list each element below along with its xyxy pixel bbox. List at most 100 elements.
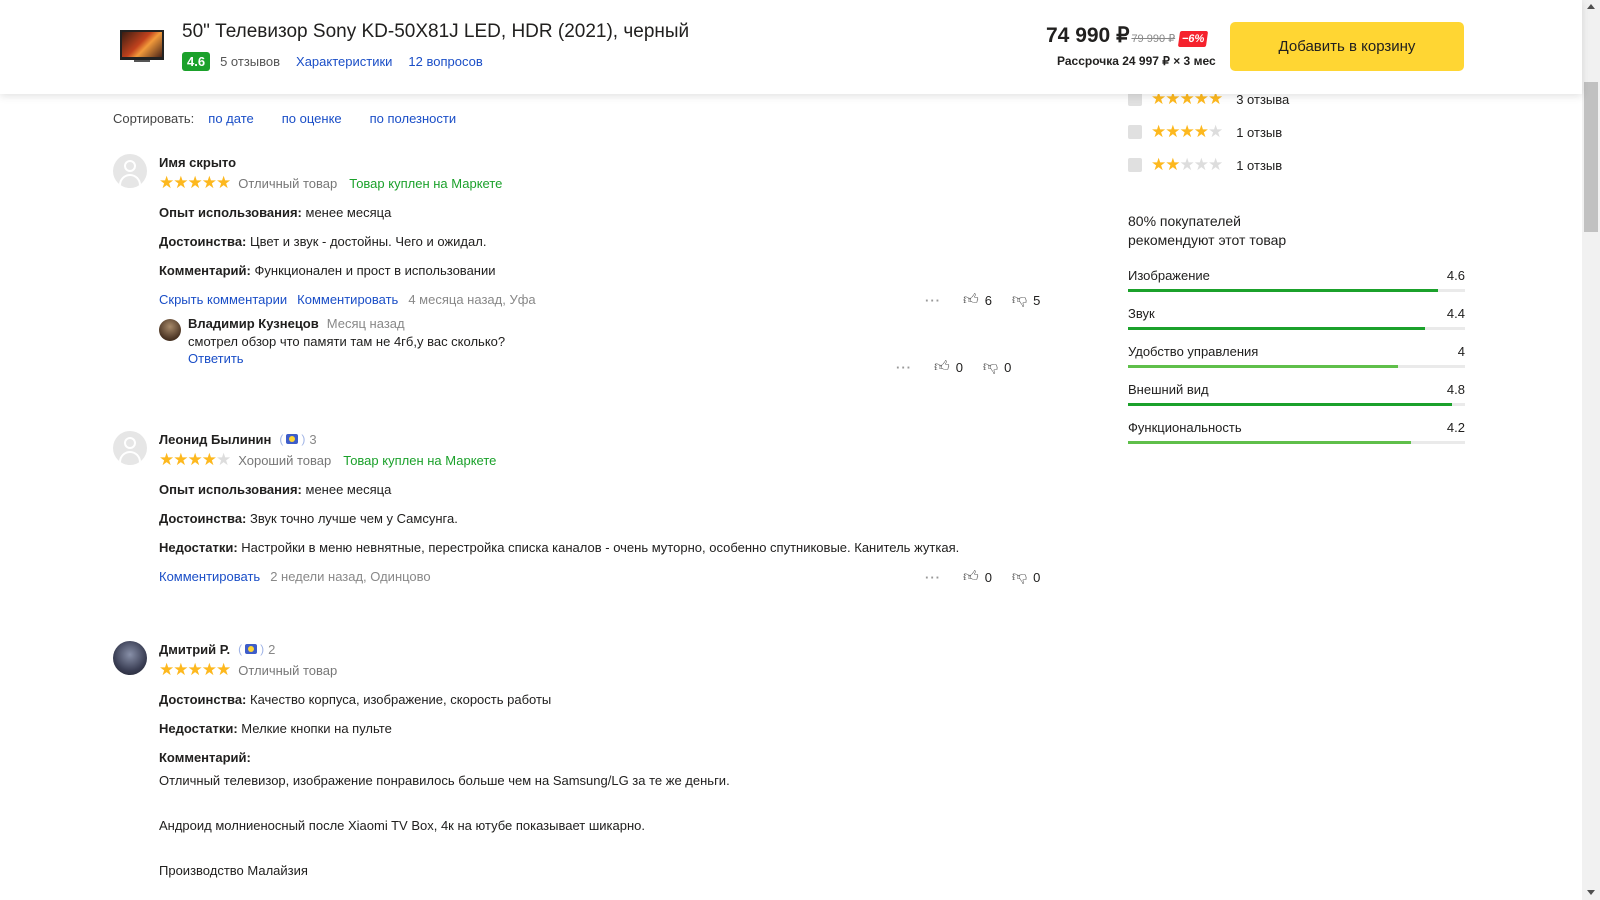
review-meta: 4 месяца назад, Уфа xyxy=(408,292,536,307)
aspect-name: Звук xyxy=(1128,306,1155,321)
aspect-bar-fill xyxy=(1128,327,1425,330)
thumbs-up-icon[interactable]: 👍︎ xyxy=(934,358,950,376)
dislikes-count: 5 xyxy=(1033,292,1041,308)
review-author: Дмитрий Р. xyxy=(159,641,231,657)
review-field-experience: Опыт использования: менее месяца xyxy=(159,205,392,220)
sort-label: Сортировать: xyxy=(113,111,195,126)
rating-stars: ★★★★★ xyxy=(1151,155,1223,174)
discount-badge: −6% xyxy=(1178,31,1209,47)
rating-filter-2[interactable]: ★★★★★ 1 отзыв xyxy=(1128,155,1282,175)
review-votes: ··· 👍︎ 0 👎︎ 0 xyxy=(925,568,1040,586)
review-item: Имя скрыто ★★★★★ Отличный товар Товар ку… xyxy=(113,154,1063,394)
review-field-cons: Недостатки: Настройки в меню невнятные, … xyxy=(159,540,960,555)
avatar xyxy=(113,154,147,188)
product-thumbnail[interactable] xyxy=(120,30,164,60)
aspect-rating: Внешний вид 4.8 xyxy=(1128,382,1465,406)
review-verdict: Хороший товар xyxy=(238,452,332,468)
specs-link[interactable]: Характеристики xyxy=(296,54,392,69)
more-options-icon[interactable]: ··· xyxy=(925,570,941,585)
thumbs-down-icon[interactable]: 👎︎ xyxy=(983,358,998,376)
comment-line: Андроид молниеносный после Xiaomi TV Box… xyxy=(159,818,645,833)
sticky-product-header: 50" Телевизор Sony KD-50X81J LED, HDR (2… xyxy=(0,0,1582,94)
scrollbar-thumb[interactable] xyxy=(1584,82,1598,232)
review-field-comment: Комментарий: Функционален и прост в испо… xyxy=(159,263,496,278)
product-title[interactable]: 50" Телевизор Sony KD-50X81J LED, HDR (2… xyxy=(182,21,689,43)
dislikes-count: 0 xyxy=(1033,569,1041,585)
reply-votes: ··· 👍︎ 0 👎︎ 0 xyxy=(896,358,1011,376)
aspect-bar-fill xyxy=(1128,403,1452,406)
aspect-bar-fill xyxy=(1128,365,1398,368)
aspect-bar xyxy=(1128,365,1465,368)
author-level-badge: () 2 xyxy=(238,642,275,657)
reply-text: смотрел обзор что памяти там не 4гб,у ва… xyxy=(188,334,506,349)
reply-avatar xyxy=(159,319,181,341)
thumbs-down-icon[interactable]: 👎︎ xyxy=(1012,291,1027,309)
aspect-name: Внешний вид xyxy=(1128,382,1209,397)
product-thumbnail-stand xyxy=(134,60,150,62)
add-to-cart-button[interactable]: Добавить в корзину xyxy=(1230,22,1464,71)
comment-link[interactable]: Комментировать xyxy=(297,292,398,307)
aspect-value: 4 xyxy=(1457,344,1465,359)
questions-link[interactable]: 12 вопросов xyxy=(408,54,482,69)
aspect-bar xyxy=(1128,403,1465,406)
filter-checkbox[interactable] xyxy=(1128,92,1142,106)
filter-checkbox[interactable] xyxy=(1128,125,1142,139)
thumbs-up-icon[interactable]: 👍︎ xyxy=(963,291,979,309)
aspect-value: 4.2 xyxy=(1446,420,1465,435)
avatar xyxy=(113,641,147,675)
aspect-rating: Звук 4.4 xyxy=(1128,306,1465,330)
review-item: Леонид Былинин () 3 ★★★★★ Хороший товар … xyxy=(113,431,1063,591)
hide-comments-link[interactable]: Скрыть комментарии xyxy=(159,292,287,307)
more-options-icon[interactable]: ··· xyxy=(925,293,941,308)
review-verdict: Отличный товар xyxy=(238,662,338,678)
rating-stars: ★★★★★ xyxy=(159,660,231,679)
filter-checkbox[interactable] xyxy=(1128,158,1142,172)
review-page: 50" Телевизор Sony KD-50X81J LED, HDR (2… xyxy=(0,0,1600,900)
rating-filter-4[interactable]: ★★★★★ 1 отзыв xyxy=(1128,122,1282,142)
review-item: Дмитрий Р. () 2 ★★★★★ Отличный товар Дос… xyxy=(113,641,1063,900)
laurel-icon: () xyxy=(238,642,265,656)
aspect-bar xyxy=(1128,441,1465,444)
review-author: Имя скрыто xyxy=(159,154,237,170)
scrollbar[interactable] xyxy=(1582,0,1600,900)
comment-link[interactable]: Комментировать xyxy=(159,569,260,584)
bought-on-market-label: Товар куплен на Маркете xyxy=(343,452,497,468)
installment-info[interactable]: Рассрочка 24 997 ₽ × 3 мес xyxy=(1057,54,1216,68)
aspect-rating: Удобство управления 4 xyxy=(1128,344,1465,368)
likes-count: 0 xyxy=(984,569,992,585)
review-votes: ··· 👍︎ 6 👎︎ 5 xyxy=(925,291,1040,309)
sort-bar: Сортировать: по дате по оценке по полезн… xyxy=(113,111,484,126)
aspect-name: Функциональность xyxy=(1128,420,1242,435)
aspect-bar xyxy=(1128,289,1465,292)
review-field-pros: Достоинства: Звук точно лучше чем у Самс… xyxy=(159,511,458,526)
sort-by-date[interactable]: по дате xyxy=(208,111,253,126)
review-field-comment: Комментарий: xyxy=(159,750,251,765)
filter-count: 1 отзыв xyxy=(1236,124,1283,140)
reply-time: Месяц назад xyxy=(326,316,405,331)
recommend-percentage: 80% покупателей рекомендуют этот товар xyxy=(1128,213,1287,248)
dislikes-count: 0 xyxy=(1004,359,1012,375)
author-level-badge: () 3 xyxy=(279,432,316,447)
review-field-pros: Достоинства: Цвет и звук - достойны. Чег… xyxy=(159,234,487,249)
aspect-name: Удобство управления xyxy=(1128,344,1259,359)
aspect-value: 4.4 xyxy=(1446,306,1465,321)
more-options-icon[interactable]: ··· xyxy=(896,360,912,375)
scroll-up-arrow-icon[interactable] xyxy=(1587,4,1595,9)
current-price: 74 990 ₽ xyxy=(1046,24,1130,47)
avatar xyxy=(113,431,147,465)
comment-line: Производство Малайзия xyxy=(159,863,308,878)
rating-stars: ★★★★★ xyxy=(159,450,231,469)
laurel-icon: () xyxy=(279,432,306,446)
sort-by-rating[interactable]: по оценке xyxy=(282,111,342,126)
thumbs-up-icon[interactable]: 👍︎ xyxy=(963,568,979,586)
aspect-bar-fill xyxy=(1128,441,1412,444)
price-block: 74 990 ₽ 79 990 ₽ −6% xyxy=(1046,23,1209,48)
rating-stars: ★★★★★ xyxy=(159,173,231,192)
aspect-value: 4.8 xyxy=(1446,382,1465,397)
reviews-count-link[interactable]: 5 отзывов xyxy=(220,54,280,69)
thumbs-down-icon[interactable]: 👎︎ xyxy=(1012,568,1027,586)
comment-line: Отличный телевизор, изображение понравил… xyxy=(159,773,730,788)
sort-by-usefulness[interactable]: по полезности xyxy=(370,111,456,126)
scroll-down-arrow-icon[interactable] xyxy=(1587,890,1595,895)
aspect-name: Изображение xyxy=(1128,268,1210,283)
